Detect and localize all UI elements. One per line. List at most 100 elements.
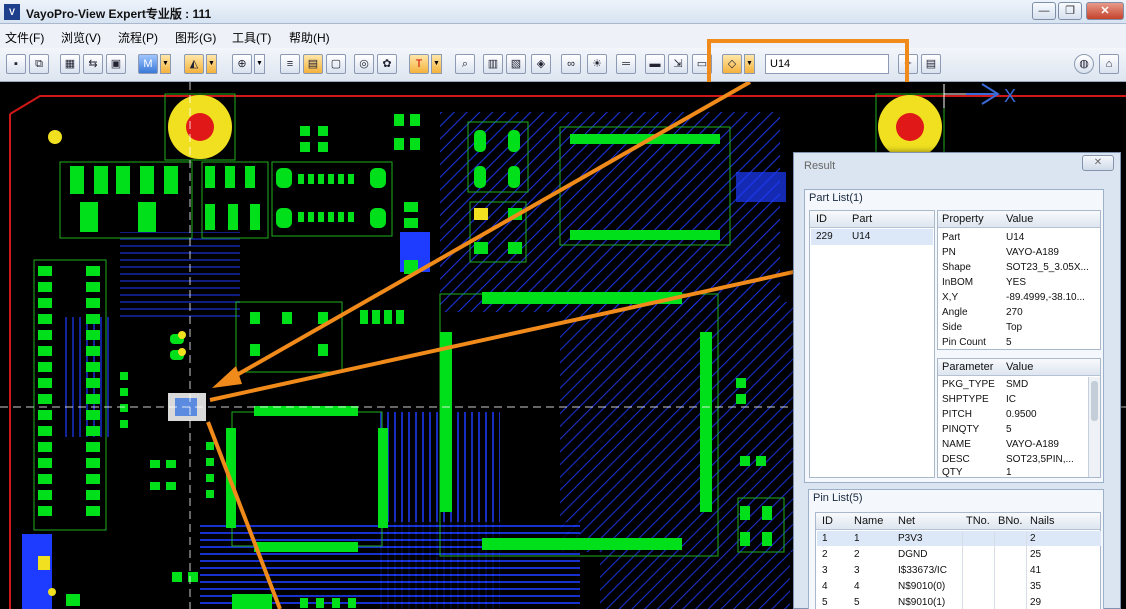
report-icon[interactable]: ▤ <box>921 54 941 74</box>
globe-icon[interactable]: ◍ <box>1074 54 1094 74</box>
copper-pour <box>22 534 52 609</box>
resistor-pads <box>205 166 260 230</box>
part-list-grid: ID Part 229 U14 <box>809 210 935 478</box>
parameter-scrollbar[interactable] <box>1088 377 1100 477</box>
binoculars-icon[interactable]: ∞ <box>561 54 581 74</box>
ruler-icon[interactable]: ═ <box>616 54 636 74</box>
menu-graphics[interactable]: 图形(G) <box>175 29 216 46</box>
color-bars-icon[interactable]: ▬ <box>645 54 665 74</box>
maximize-button[interactable]: ❐ <box>1058 2 1082 20</box>
mode-dropdown-icon[interactable]: ▼ <box>160 54 171 74</box>
property-value: YES <box>1006 277 1027 288</box>
trace-field <box>120 232 240 322</box>
diamond-icon[interactable]: ◈ <box>531 54 551 74</box>
col-bno: BNo. <box>998 515 1023 527</box>
pad <box>474 242 488 254</box>
pin-id: 5 <box>822 597 828 608</box>
part-ref: U14 <box>852 231 871 242</box>
board-icon[interactable]: ▣ <box>106 54 126 74</box>
property-name: Shape <box>942 262 971 273</box>
copper-pour <box>736 172 786 202</box>
pin-list-label: Pin List(5) <box>813 492 863 504</box>
save-icon[interactable]: ▪ <box>6 54 26 74</box>
chip-icon[interactable]: ▢ <box>326 54 346 74</box>
col-name: Name <box>854 515 884 527</box>
text-icon[interactable]: T <box>409 54 429 74</box>
table-icon[interactable]: ▦ <box>60 54 80 74</box>
layer-icon[interactable]: ◭ <box>184 54 204 74</box>
pin-id: 1 <box>822 533 828 544</box>
toolbar: ▪ ⧉ ▦ ⇆ ▣ M ▼ ◭ ▼ ⊕ ▼ ≡ ▤ ▢ ◎ ✿ T ▼ ⌕ ▥ … <box>0 48 1126 82</box>
property-grid: Property Value Part U14 PN VAYO-A189 Sha… <box>937 210 1101 350</box>
pin-net: DGND <box>898 549 928 560</box>
pin-nails: 25 <box>1030 549 1042 560</box>
pin-net: P3V3 <box>898 533 923 544</box>
pin-id: 4 <box>822 581 828 592</box>
parameter-value: IC <box>1006 394 1016 405</box>
parameter-value: 5 <box>1006 424 1012 435</box>
chip-outline-icon[interactable]: ▧ <box>506 54 526 74</box>
zoom-dropdown-icon[interactable]: ▼ <box>254 54 265 74</box>
part-list-group: Part List(1) ID Part 229 U14 Property Va… <box>804 189 1104 483</box>
property-name: Side <box>942 322 963 333</box>
pin-nails: 2 <box>1030 533 1036 544</box>
pin-id: 2 <box>822 549 828 560</box>
property-value: -89.4999,-38.10... <box>1006 292 1085 303</box>
property-name: Pin Count <box>942 337 986 348</box>
property-value: VAYO-A189 <box>1006 247 1059 258</box>
pin-net: N$9010(0) <box>898 581 946 592</box>
trace-field <box>560 302 810 552</box>
app-logo-icon: V <box>4 4 20 20</box>
title-bar: V VayoPro-View Expert专业版 : 111 — ❐ ✕ <box>0 0 1126 24</box>
menu-help[interactable]: 帮助(H) <box>289 29 330 46</box>
pin-nails: 29 <box>1030 597 1042 608</box>
lightbulb-icon[interactable]: ☀ <box>587 54 607 74</box>
col-parameter: Parameter <box>942 361 994 373</box>
parameter-name: PKG_TYPE <box>942 379 995 390</box>
parameter-value: VAYO-A189 <box>1006 439 1059 450</box>
result-title: Result <box>804 160 836 172</box>
close-button[interactable]: ✕ <box>1086 2 1124 20</box>
component-icon[interactable]: ▤ <box>303 54 323 74</box>
column-divider <box>1026 531 1027 609</box>
menu-process[interactable]: 流程(P) <box>118 29 158 46</box>
column-divider <box>962 531 963 609</box>
col-part: Part <box>852 213 873 225</box>
zoom-icon[interactable]: ⊕ <box>232 54 252 74</box>
export-icon[interactable]: ⇲ <box>668 54 688 74</box>
property-name: Part <box>942 232 961 243</box>
mode-m-icon[interactable]: M <box>138 54 158 74</box>
column-divider <box>994 531 995 609</box>
col-value: Value <box>1006 361 1034 373</box>
palette-icon[interactable]: ✿ <box>377 54 397 74</box>
copy-icon[interactable]: ⧉ <box>29 54 49 74</box>
trace-field <box>600 552 790 609</box>
result-panel[interactable]: Result ✕ Part List(1) ID Part 229 U14 Pr… <box>793 152 1121 609</box>
target-icon[interactable]: ◎ <box>354 54 374 74</box>
parameter-name: DESC <box>942 454 970 465</box>
import-icon[interactable]: ⇆ <box>83 54 103 74</box>
home-icon[interactable]: ⌂ <box>1099 54 1119 74</box>
pad-yellow <box>178 331 186 339</box>
text-dropdown-icon[interactable]: ▼ <box>431 54 442 74</box>
table-row-selected[interactable] <box>817 531 1101 546</box>
scrollbar-thumb[interactable] <box>1091 381 1098 421</box>
find-icon[interactable]: ⌕ <box>455 54 475 74</box>
result-close-button[interactable]: ✕ <box>1082 155 1114 171</box>
parameter-value: 1 <box>1006 467 1012 478</box>
connector-pads <box>70 166 178 232</box>
property-name: X,Y <box>942 292 959 303</box>
menu-tools[interactable]: 工具(T) <box>232 29 271 46</box>
col-id: ID <box>816 213 827 225</box>
chip-red-icon[interactable]: ▥ <box>483 54 503 74</box>
list-icon[interactable]: ≡ <box>280 54 300 74</box>
layer-dropdown-icon[interactable]: ▼ <box>206 54 217 74</box>
parameter-value: 0.9500 <box>1006 409 1037 420</box>
minimize-button[interactable]: — <box>1032 2 1056 20</box>
pin-name: 2 <box>854 549 860 560</box>
parameter-name: QTY <box>942 467 963 478</box>
property-value: U14 <box>1006 232 1025 243</box>
pin-name: 3 <box>854 565 860 576</box>
menu-view[interactable]: 浏览(V) <box>61 29 101 46</box>
menu-file[interactable]: 文件(F) <box>5 29 44 46</box>
